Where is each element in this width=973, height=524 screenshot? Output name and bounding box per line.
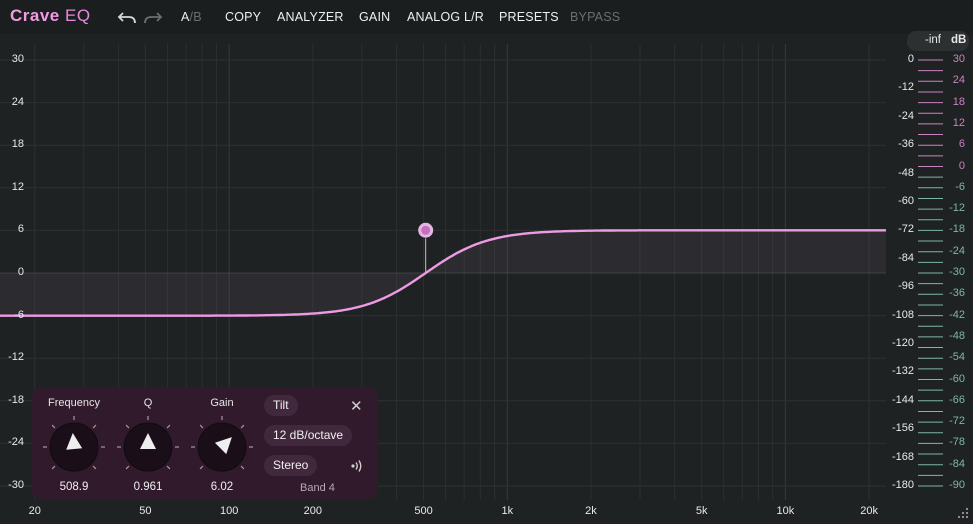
- gain-value[interactable]: 6.02: [211, 481, 233, 493]
- speaker-solo-icon[interactable]: [350, 458, 366, 474]
- meter-scale-label: -156: [891, 422, 914, 435]
- meter-scale-label: -60: [898, 195, 914, 207]
- band-editor-panel: Frequency Q Gain 508.9 0.961 6.02 Tilt 1…: [32, 387, 378, 499]
- analyzer-menu[interactable]: ANALYZER: [277, 10, 344, 24]
- frequency-axis-label: 2k: [585, 505, 597, 517]
- meter-scale-label: -72: [898, 223, 914, 236]
- gain-axis-label: 6: [17, 223, 24, 236]
- copy-button[interactable]: COPY: [225, 10, 261, 24]
- meter-scale-label: -180: [891, 479, 914, 491]
- gain-axis-label: -30: [8, 479, 24, 491]
- slope-select[interactable]: 12 dB/octave: [264, 425, 353, 446]
- q-knob[interactable]: [116, 415, 180, 479]
- filter-type-select[interactable]: Tilt: [264, 395, 298, 416]
- presets-menu[interactable]: PRESETS: [499, 10, 559, 24]
- gain-axis-label: 12: [11, 180, 24, 193]
- ab-a-label: A: [181, 10, 190, 24]
- resize-handle-icon[interactable]: [955, 507, 969, 521]
- meter-scale-label: -84: [898, 251, 914, 264]
- meter-scale-label: -48: [898, 166, 914, 179]
- meter-scale-label: -132: [891, 365, 914, 378]
- frequency-knob-label: Frequency: [48, 397, 100, 409]
- q-knob-label: Q: [143, 397, 153, 409]
- meter-ticks: [918, 59, 943, 487]
- gain-axis-label: 30: [11, 53, 24, 65]
- toolbar: Crave EQ A/B COPY ANALYZER GAIN ANALOG L…: [0, 0, 973, 34]
- ab-b-label: B: [193, 10, 202, 24]
- undo-icon[interactable]: [117, 9, 137, 25]
- frequency-axis-label: 20k: [860, 505, 878, 517]
- frequency-axis-label: 100: [219, 505, 239, 517]
- meter-scale-label: 0: [907, 53, 914, 65]
- bypass-button[interactable]: BYPASS: [570, 10, 620, 24]
- frequency-axis-label: 500: [414, 505, 433, 517]
- meter-scale-label: -36: [898, 138, 914, 151]
- meter-scale-label: -24: [898, 109, 914, 122]
- gain-axis-label: 18: [11, 138, 24, 151]
- gain-axis-label: -18: [8, 393, 24, 406]
- gain-menu[interactable]: GAIN: [359, 10, 390, 24]
- gain-axis-label: -12: [8, 351, 24, 364]
- frequency-axis-label: 5k: [695, 505, 708, 517]
- output-level-unit: dB: [951, 34, 967, 46]
- app-name-eq: EQ: [65, 6, 91, 25]
- channel-select[interactable]: Stereo: [264, 455, 318, 476]
- band-node[interactable]: [421, 225, 431, 235]
- gain-knob[interactable]: [190, 415, 254, 479]
- gain-axis-label: -24: [8, 436, 24, 449]
- frequency-value[interactable]: 508.9: [60, 481, 89, 493]
- gain-axis-label: -6: [14, 308, 24, 321]
- frequency-axis-label: 1k: [501, 505, 514, 517]
- gain-axis-label: 24: [11, 95, 24, 108]
- meter-scale-label: -144: [891, 393, 914, 406]
- app-logo: Crave EQ: [10, 6, 91, 26]
- frequency-axis-label: 200: [303, 505, 323, 517]
- redo-icon[interactable]: [143, 9, 163, 25]
- meter-scale-label: -108: [891, 308, 914, 321]
- output-level-value: -inf: [925, 34, 941, 46]
- meter-scale-label: -168: [891, 450, 914, 463]
- q-value[interactable]: 0.961: [134, 481, 163, 493]
- meter-scale-label: -120: [891, 337, 914, 349]
- meter-scale-label: -96: [898, 280, 914, 293]
- analog-lr-menu[interactable]: ANALOG L/R: [407, 10, 484, 24]
- band-name: Band 4: [300, 482, 335, 494]
- gain-axis-label: 0: [17, 266, 24, 278]
- gain-knob-label: Gain: [210, 397, 234, 409]
- ab-compare-toggle[interactable]: A/B: [181, 10, 202, 24]
- meter-scale-label: -12: [898, 81, 914, 94]
- frequency-axis-label: 10k: [776, 505, 795, 517]
- frequency-axis-label: 50: [139, 505, 152, 517]
- frequency-knob[interactable]: [42, 415, 106, 479]
- frequency-axis-label: 20: [28, 505, 41, 517]
- app-name-crave: Crave: [10, 6, 60, 25]
- close-icon[interactable]: ✕: [350, 397, 363, 415]
- output-level-badge[interactable]: -inf dB: [907, 31, 969, 51]
